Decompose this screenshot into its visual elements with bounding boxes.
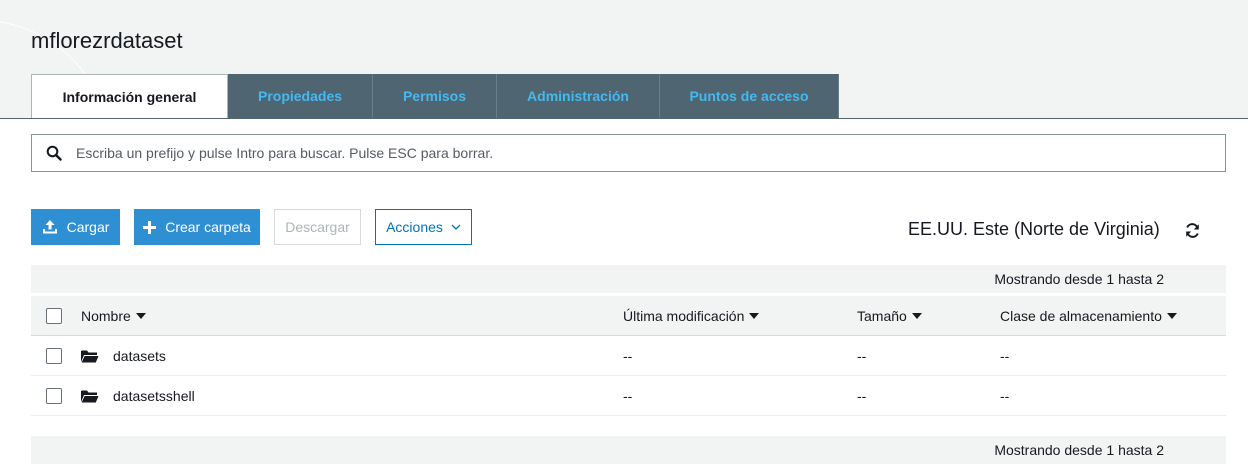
storage-class-cell: -- bbox=[1000, 388, 1010, 404]
tab-properties[interactable]: Propiedades bbox=[228, 74, 373, 118]
search-input[interactable] bbox=[76, 145, 1176, 161]
table-row[interactable]: datasets -- -- -- bbox=[31, 336, 1226, 376]
tab-overview[interactable]: Información general bbox=[31, 74, 228, 119]
tab-divider bbox=[0, 118, 1248, 119]
sort-caret-icon bbox=[911, 313, 922, 319]
column-modified[interactable]: Última modificación bbox=[623, 296, 760, 336]
tab-bar: Información general Propiedades Permisos… bbox=[31, 74, 839, 119]
region-label: EE.UU. Este (Norte de Virginia) bbox=[908, 219, 1160, 239]
modified-cell: -- bbox=[623, 348, 633, 364]
sort-caret-icon bbox=[749, 313, 760, 319]
select-all-checkbox[interactable] bbox=[46, 308, 62, 324]
actions-dropdown[interactable]: Acciones bbox=[375, 209, 472, 245]
size-cell: -- bbox=[857, 388, 867, 404]
tab-access-points[interactable]: Puntos de acceso bbox=[660, 74, 839, 118]
bucket-title: mflorezrdataset bbox=[31, 28, 183, 53]
sort-caret-icon bbox=[135, 313, 146, 319]
sort-caret-icon bbox=[1166, 313, 1177, 319]
column-size[interactable]: Tamaño bbox=[857, 296, 922, 336]
table-row[interactable]: datasetsshell -- -- -- bbox=[31, 376, 1226, 416]
create-folder-label: Crear carpeta bbox=[165, 219, 251, 235]
folder-icon bbox=[81, 376, 99, 416]
folder-name-link[interactable]: datasetsshell bbox=[113, 376, 195, 416]
column-name[interactable]: Nombre bbox=[81, 296, 146, 336]
tab-management[interactable]: Administración bbox=[497, 74, 660, 118]
column-storage-class-label: Clase de almacenamiento bbox=[1000, 308, 1162, 324]
actions-label: Acciones bbox=[386, 219, 443, 235]
folder-name-link[interactable]: datasets bbox=[113, 336, 166, 376]
pagination-top: Mostrando desde 1 hasta 2 bbox=[31, 265, 1226, 293]
size-cell: -- bbox=[857, 348, 867, 364]
pagination-bottom: Mostrando desde 1 hasta 2 bbox=[31, 436, 1226, 464]
upload-icon bbox=[42, 219, 58, 235]
search-icon bbox=[32, 145, 76, 161]
plus-icon bbox=[143, 220, 157, 234]
chevron-down-icon bbox=[451, 224, 461, 230]
modified-cell: -- bbox=[623, 388, 633, 404]
upload-label: Cargar bbox=[66, 219, 110, 235]
folder-icon bbox=[81, 336, 99, 376]
download-button[interactable]: Descargar bbox=[274, 209, 361, 245]
row-checkbox[interactable] bbox=[46, 348, 62, 364]
pagination-text: Mostrando desde 1 hasta 2 bbox=[994, 442, 1164, 458]
storage-class-cell: -- bbox=[1000, 348, 1010, 364]
table-header: Nombre Última modificación Tamaño Clase … bbox=[31, 296, 1226, 336]
column-name-label: Nombre bbox=[81, 308, 131, 324]
row-checkbox[interactable] bbox=[46, 388, 62, 404]
create-folder-button[interactable]: Crear carpeta bbox=[134, 209, 260, 245]
column-modified-label: Última modificación bbox=[623, 308, 745, 324]
pagination-text: Mostrando desde 1 hasta 2 bbox=[994, 271, 1164, 287]
tab-permissions[interactable]: Permisos bbox=[373, 74, 497, 118]
search-box bbox=[31, 134, 1226, 172]
upload-button[interactable]: Cargar bbox=[31, 209, 120, 245]
column-storage-class[interactable]: Clase de almacenamiento bbox=[1000, 296, 1177, 336]
refresh-icon[interactable] bbox=[1184, 222, 1201, 244]
column-size-label: Tamaño bbox=[857, 308, 907, 324]
